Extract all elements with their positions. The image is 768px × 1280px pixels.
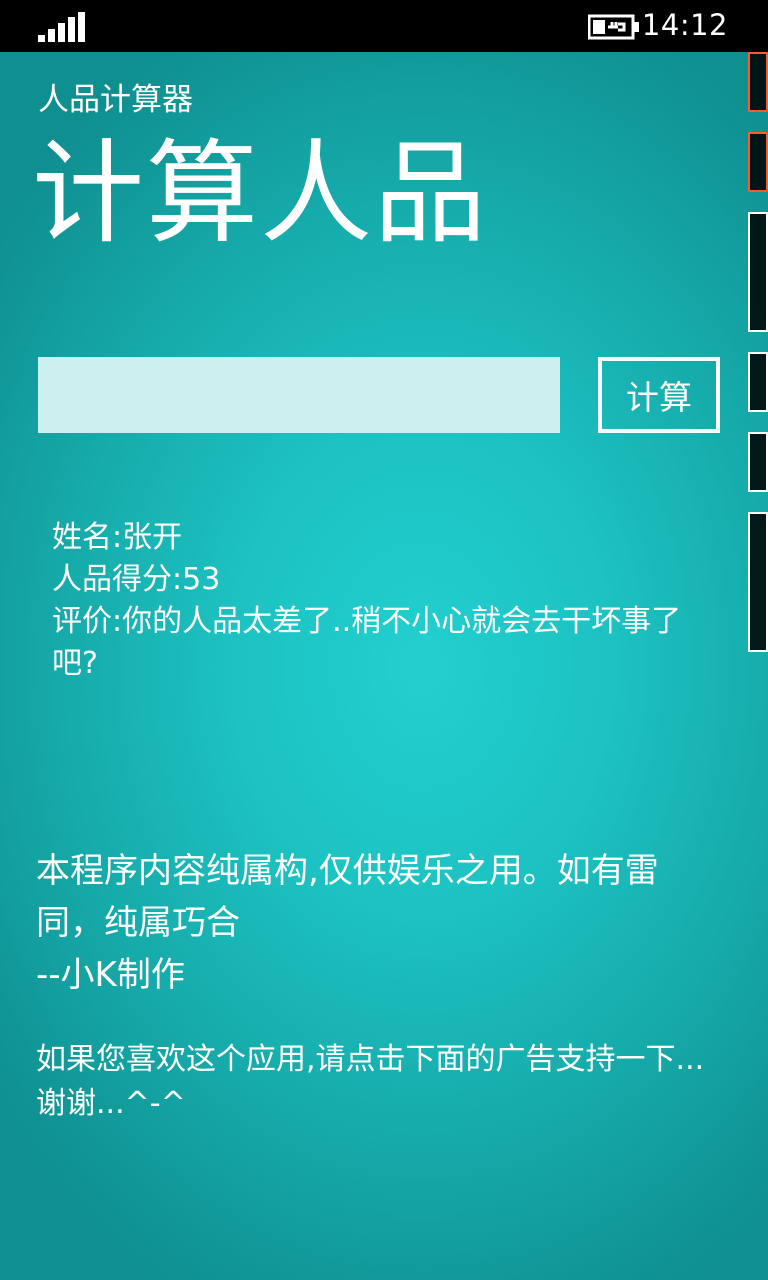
status-clock: 14:12 — [641, 8, 728, 42]
frame-counter — [748, 132, 768, 192]
result-name: 姓名:张开 — [52, 520, 183, 555]
status-bar: 14:12 — [0, 0, 768, 52]
frame-counter — [748, 512, 768, 652]
support-text: 如果您喜欢这个应用,请点击下面的广告支持一下...谢谢...^-^ — [36, 1042, 705, 1121]
frame-counter — [748, 352, 768, 412]
frame-counter — [748, 432, 768, 492]
name-input[interactable] — [38, 357, 560, 433]
author-credit: --小K制作 — [36, 955, 185, 995]
result-comment: 评价:你的人品太差了..稍不小心就会去干坏事了吧? — [52, 604, 682, 681]
calculate-button[interactable]: 计算 — [598, 357, 720, 433]
result-panel: 姓名:张开 人品得分:53 评价:你的人品太差了..稍不小心就会去干坏事了吧? — [52, 517, 722, 685]
disclaimer: 本程序内容纯属构,仅供娱乐之用。如有雷同，纯属巧合 --小K制作 — [36, 845, 726, 1001]
disclaimer-text: 本程序内容纯属构,仅供娱乐之用。如有雷同，纯属巧合 — [36, 851, 659, 943]
frame-counter — [748, 52, 768, 112]
battery-charging-icon — [588, 14, 639, 40]
frame-counter — [748, 212, 768, 332]
page-title: 计算人品 — [32, 129, 488, 259]
signal-bars-icon — [38, 12, 86, 42]
frame-rate-counters — [748, 52, 768, 652]
result-score: 人品得分:53 — [52, 562, 221, 597]
app-title: 人品计算器 — [38, 82, 193, 118]
